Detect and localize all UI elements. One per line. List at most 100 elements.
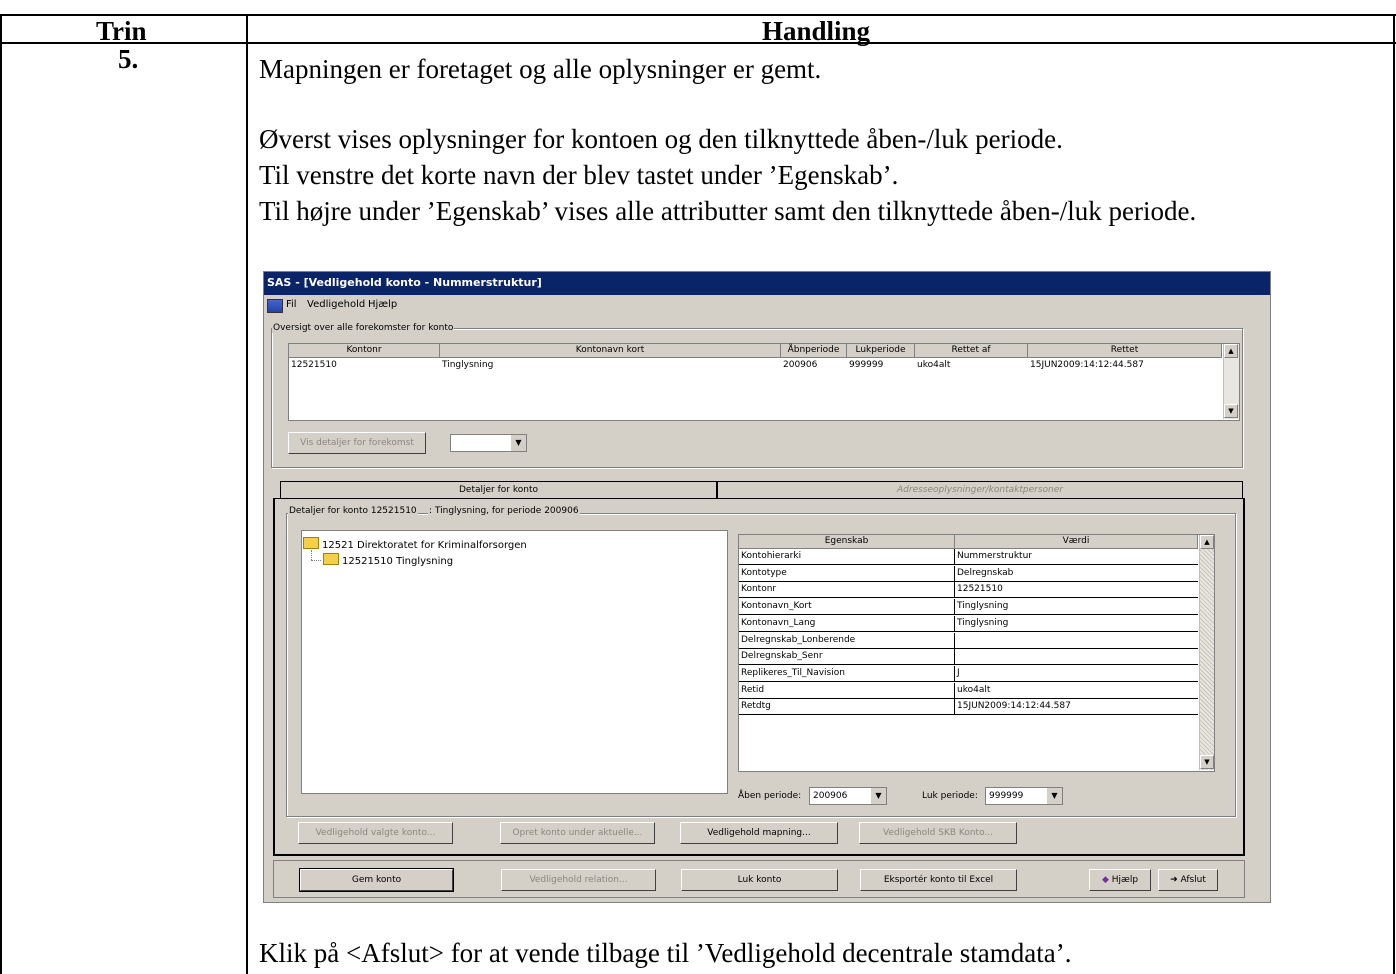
document-page: Trin Handling 5. Mapningen er foretaget … <box>0 0 1396 974</box>
scroll-down-icon[interactable]: ▼ <box>1224 404 1238 418</box>
step-number: 5. <box>118 44 139 74</box>
luk-periode-select[interactable]: 999999 ▼ <box>985 787 1063 805</box>
forekomst-combo[interactable]: ▼ <box>450 434 527 452</box>
grid-header-kontonr[interactable]: Kontonr <box>289 344 440 358</box>
table-row[interactable]: Delregnskab_Senr <box>739 649 1198 666</box>
tree-node-child-label: 12521510 Tinglysning <box>342 556 454 567</box>
paragraph-4: Til højre under ’Egenskab’ vises alle at… <box>259 196 1197 226</box>
tree-node-root-label: 12521 Direktoratet for Kriminalforsorgen <box>322 540 527 551</box>
menu-fil[interactable]: Fil <box>286 299 297 310</box>
prop-value <box>955 649 1198 665</box>
title-bar: SAS - [Vedligehold konto - Nummerstruktu… <box>264 272 1270 295</box>
luk-konto-button[interactable]: Luk konto <box>681 869 838 891</box>
cell-kontonavn: Tinglysning <box>442 360 494 370</box>
tree-node-root[interactable]: 12521 Direktoratet for Kriminalforsorgen <box>303 537 527 551</box>
paragraph-1: Mapningen er foretaget og alle oplysning… <box>259 54 822 84</box>
table-row[interactable]: Kontohierarki Nummerstruktur <box>739 549 1198 565</box>
properties-grid[interactable]: Egenskab Værdi Kontohierarki Nummerstrukt… <box>738 534 1215 772</box>
prop-name: Delregnskab_Lonberende <box>739 632 955 649</box>
gem-konto-button[interactable]: Gem konto <box>299 868 454 892</box>
header-handling: Handling <box>762 16 871 46</box>
afslut-button[interactable]: ➜ Afslut <box>1158 869 1218 891</box>
prop-value: J <box>957 667 960 678</box>
grid-header-rettet[interactable]: Rettet <box>1028 344 1222 358</box>
prop-name: Kontotype <box>739 565 955 582</box>
help-button-label: Hjælp <box>1111 875 1139 885</box>
header-trin: Trin <box>96 16 147 46</box>
paragraph-3: Til venstre det korte navn der blev tast… <box>259 160 899 190</box>
scroll-down-icon[interactable]: ▼ <box>1200 755 1214 769</box>
properties-scrollbar[interactable]: ▲ ▼ <box>1199 535 1214 770</box>
menu-hjaelp[interactable]: Hjælp <box>368 299 397 310</box>
prop-value: Tinglysning <box>957 617 1009 628</box>
tab-detaljer[interactable]: Detaljer for konto <box>280 481 717 499</box>
prop-value: 15JUN2009:14:12:44.587 <box>957 701 1071 712</box>
prop-value: 12521510 <box>957 584 1003 595</box>
header-separator <box>0 42 1396 44</box>
paragraph-2: Øverst vises oplysninger for kontoen og … <box>259 124 1063 154</box>
grid-header-lukperiode[interactable]: Lukperiode <box>847 344 915 358</box>
prop-value: Tinglysning <box>957 601 1009 612</box>
cell-lukperiode: 999999 <box>849 360 884 370</box>
cell-rettet: 15JUN2009:14:12:44.587 <box>1030 360 1144 370</box>
prop-name: Kontonr <box>739 582 955 599</box>
tab-adresse[interactable]: Adresseoplysninger/kontaktpersoner <box>717 481 1243 499</box>
chevron-down-icon[interactable]: ▼ <box>1046 788 1062 804</box>
app-window: SAS - [Vedligehold konto - Nummerstruktu… <box>263 271 1271 903</box>
table-row[interactable]: Retid uko4alt <box>739 682 1198 699</box>
scroll-up-icon[interactable]: ▲ <box>1200 535 1214 549</box>
table-left-border <box>0 14 2 974</box>
prop-header-vaerdi[interactable]: Værdi <box>955 535 1198 549</box>
prop-name: Retdtg <box>739 699 955 716</box>
help-button[interactable]: ◆ Hjælp <box>1089 869 1151 891</box>
cell-kontonr: 12521510 <box>291 360 337 370</box>
table-row[interactable]: Delregnskab_Lonberende <box>739 632 1198 649</box>
window-title: SAS - [Vedligehold konto - Nummerstruktu… <box>267 276 542 289</box>
table-right-border <box>1393 14 1395 974</box>
table-row[interactable]: Kontonr 12521510 <box>739 582 1198 599</box>
prop-name: Kontonavn_Kort <box>739 599 955 616</box>
table-row[interactable]: Kontonavn_Kort Tinglysning <box>739 599 1198 616</box>
grid-header-rettet-af[interactable]: Rettet af <box>915 344 1028 358</box>
vedligehold-skb-konto-button[interactable]: Vedligehold SKB Konto... <box>859 822 1017 844</box>
prop-value: Nummerstruktur <box>957 551 1032 561</box>
menu-vedligehold[interactable]: Vedligehold <box>307 299 365 310</box>
prop-name: Delregnskab_Senr <box>739 649 955 666</box>
vedligehold-relation-button[interactable]: Vedligehold relation... <box>501 869 656 891</box>
aaben-periode-select[interactable]: 200906 ▼ <box>809 787 887 805</box>
grid-header-kontonavn[interactable]: Kontonavn kort <box>440 344 781 358</box>
table-row[interactable]: 12521510 Tinglysning 200906 999999 uko4a… <box>289 358 1222 372</box>
overview-group-label: Oversigt over alle forekomster for konto <box>272 323 455 333</box>
table-row[interactable]: Replikeres_Til_Navision J <box>739 665 1198 682</box>
overview-grid[interactable]: Kontonr Kontonavn kort Åbnperiode Lukper… <box>288 343 1240 421</box>
overview-scrollbar[interactable]: ▲ ▼ <box>1223 344 1239 419</box>
chevron-down-icon[interactable]: ▼ <box>870 788 886 804</box>
vedligehold-mapning-button[interactable]: Vedligehold mapning... <box>680 822 838 844</box>
prop-name: Replikeres_Til_Navision <box>739 665 955 682</box>
prop-header-egenskab[interactable]: Egenskab <box>739 535 955 549</box>
opret-konto-button[interactable]: Opret konto under aktuelle... <box>500 822 655 844</box>
menu-bar: Fil Vedligehold Hjælp <box>264 297 1270 313</box>
account-tree[interactable]: 12521 Direktoratet for Kriminalforsorgen… <box>301 530 728 794</box>
chevron-down-icon[interactable]: ▼ <box>510 435 526 451</box>
tree-node-child[interactable]: 12521510 Tinglysning <box>323 553 453 567</box>
app-icon <box>267 299 283 313</box>
table-row[interactable]: Kontonavn_Lang Tinglysning <box>739 615 1198 632</box>
prop-name: Kontonavn_Lang <box>739 615 955 632</box>
details-label-left: Detaljer for konto 12521510 <box>288 506 418 516</box>
table-row[interactable]: Kontotype Delregnskab <box>739 565 1198 582</box>
folder-icon <box>323 553 339 565</box>
vedligehold-valgte-konto-button[interactable]: Vedligehold valgte konto... <box>298 822 453 844</box>
scroll-up-icon[interactable]: ▲ <box>1224 344 1238 358</box>
table-row[interactable]: Retdtg 15JUN2009:14:12:44.587 <box>739 699 1198 716</box>
luk-periode-value: 999999 <box>989 791 1024 801</box>
luk-periode-label: Luk periode: <box>922 791 978 801</box>
show-details-button[interactable]: Vis detaljer for forekomst <box>288 432 426 454</box>
folder-icon <box>303 537 319 549</box>
table-top-border <box>0 14 1396 16</box>
aaben-periode-value: 200906 <box>813 791 848 801</box>
grid-header-aabnperiode[interactable]: Åbnperiode <box>781 344 847 358</box>
tree-connector <box>311 550 313 560</box>
eksporter-excel-button[interactable]: Eksportér konto til Excel <box>860 869 1017 891</box>
paragraph-5: Klik på <Afslut> for at vende tilbage ti… <box>259 938 1072 968</box>
